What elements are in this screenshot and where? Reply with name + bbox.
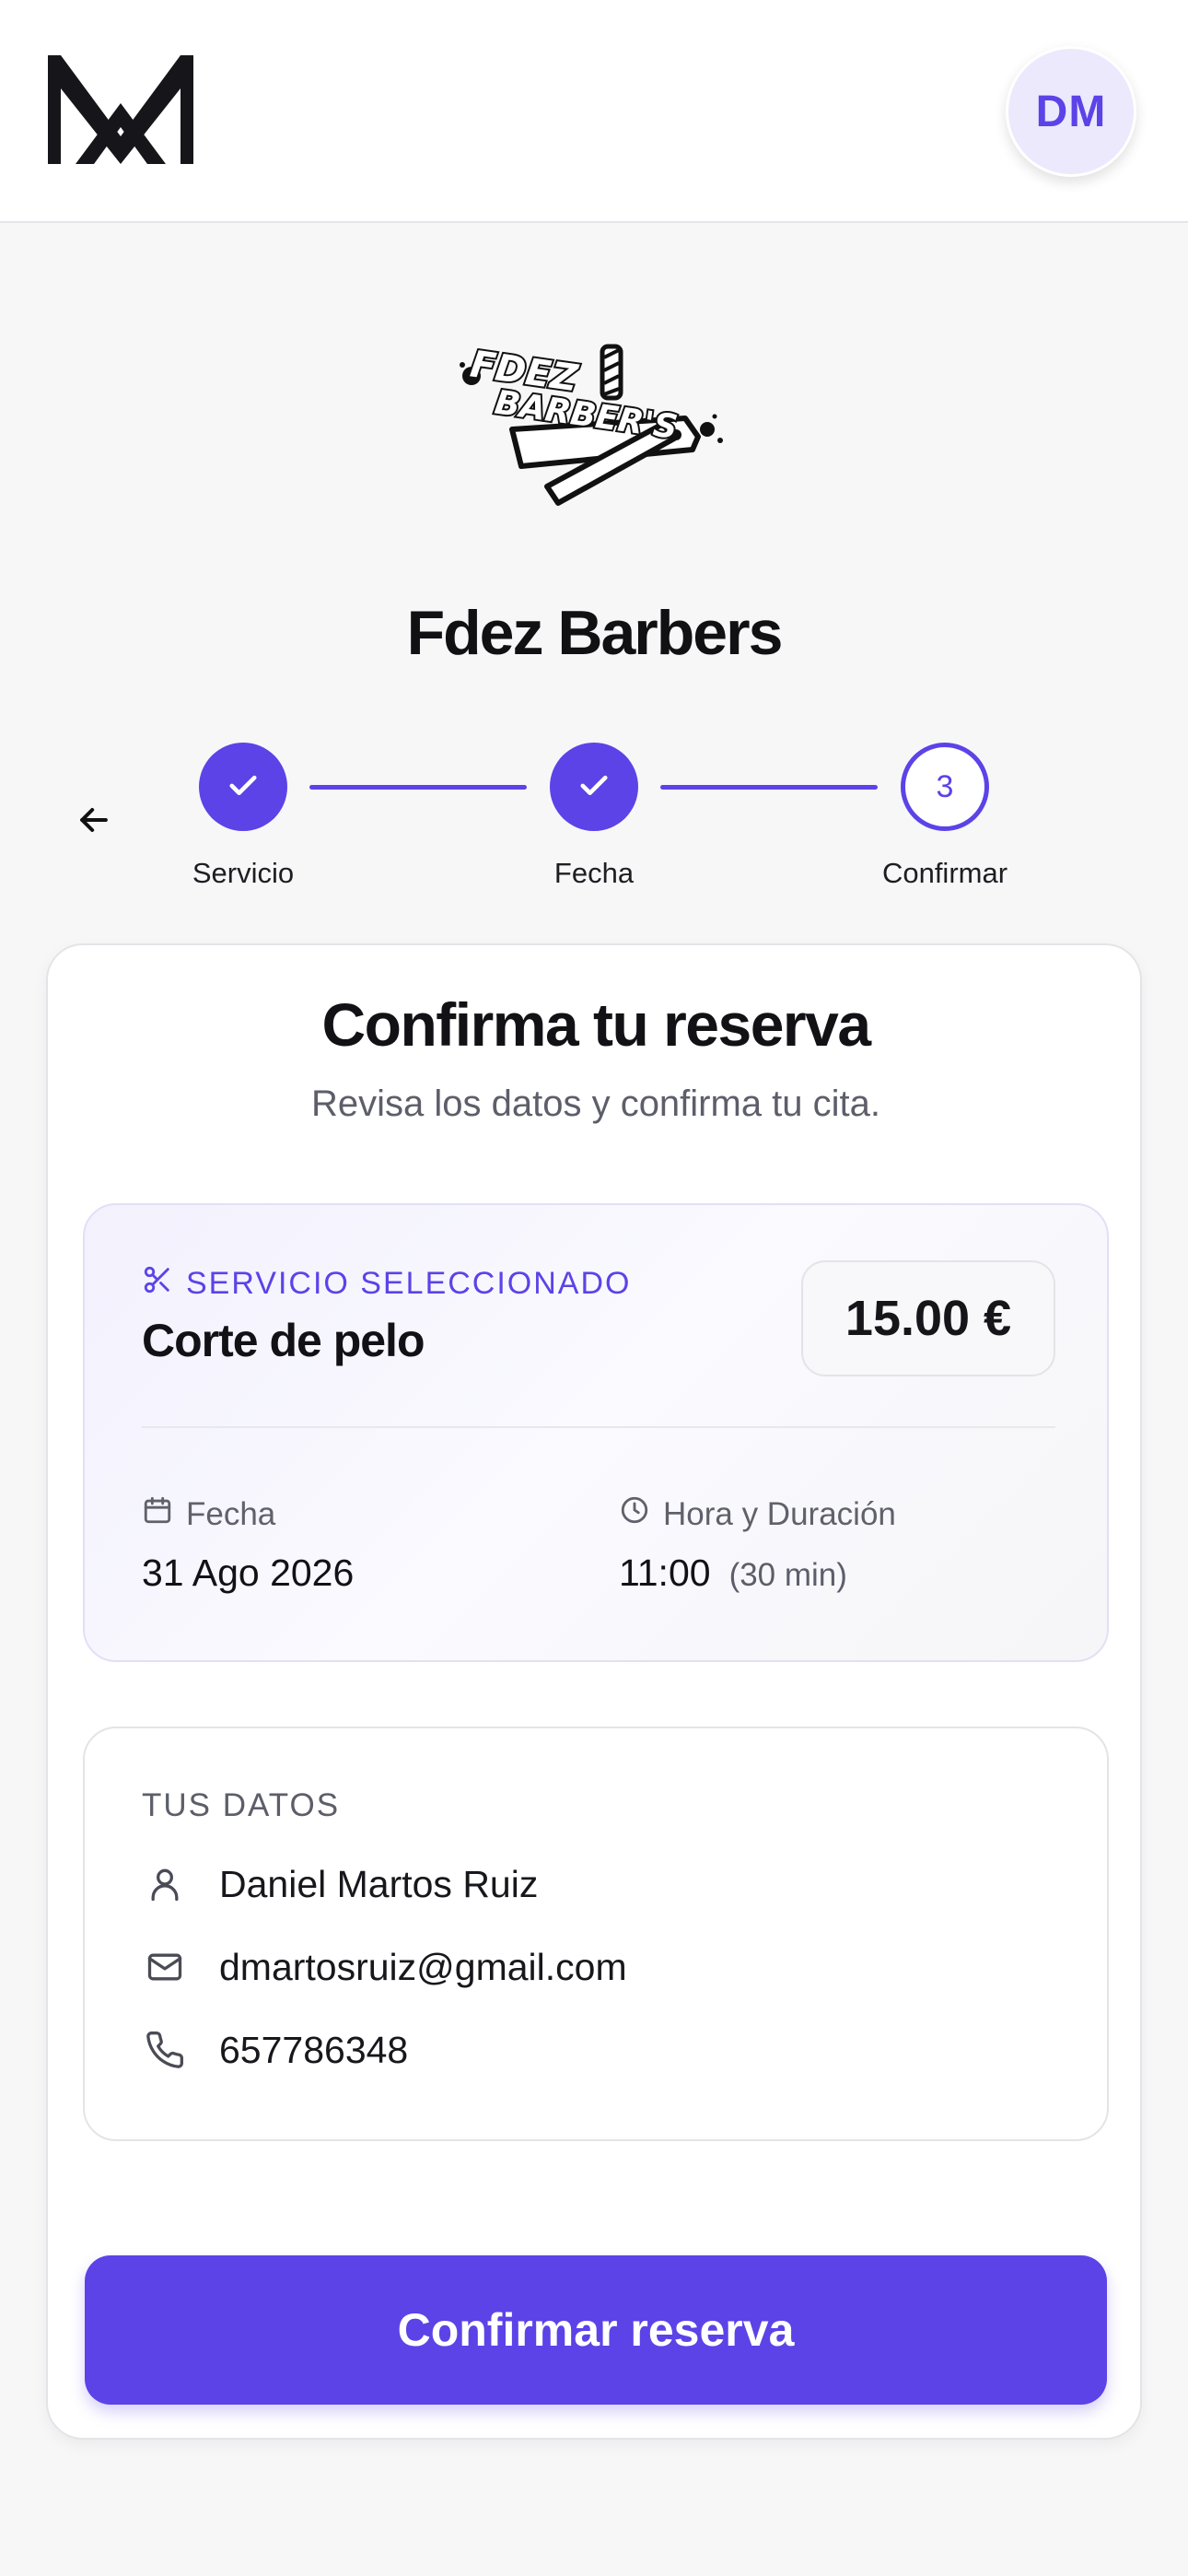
time-label-text: Hora y Duración (663, 1495, 896, 1532)
user-icon (142, 1861, 188, 1907)
step-confirmar-indicator: 3 (901, 743, 989, 831)
time-label: Hora y Duración (619, 1494, 896, 1534)
mail-icon (142, 1944, 188, 1990)
user-name-row: Daniel Martos Ruiz (142, 1861, 538, 1907)
check-icon (224, 766, 262, 809)
user-phone-row: 657786348 (142, 2027, 408, 2073)
shop-logo: FDEZ BARBER'S (457, 328, 729, 518)
top-bar: DM (0, 0, 1188, 223)
step-label-fecha: Fecha (553, 857, 635, 889)
step-label-servicio: Servicio (192, 857, 295, 889)
user-details: TUS DATOS Daniel Martos Ruiz dmartosruiz… (83, 1727, 1109, 2141)
divider (142, 1426, 1055, 1428)
card-title: Confirma tu reserva (321, 990, 871, 1059)
clock-icon (619, 1494, 650, 1534)
step-label-confirmar: Confirmar (881, 857, 1008, 889)
service-summary: SERVICIO SELECCIONADO Corte de pelo 15.0… (83, 1203, 1109, 1662)
user-email: dmartosruiz@gmail.com (219, 1945, 627, 1988)
date-label-text: Fecha (186, 1495, 276, 1532)
user-avatar[interactable]: DM (1006, 46, 1136, 177)
avatar-initials: DM (1035, 87, 1107, 136)
step-connector-1 (309, 785, 527, 790)
user-details-title: TUS DATOS (142, 1787, 341, 1823)
duration-text: (30 min) (728, 1557, 847, 1593)
calendar-icon (142, 1494, 173, 1534)
confirm-card: Confirma tu reserva Revisa los datos y c… (46, 943, 1142, 2440)
time-value-text: 11:00 (619, 1551, 711, 1594)
check-icon (575, 766, 613, 809)
phone-icon (142, 2027, 188, 2073)
time-value: 11:00 (30 min) (619, 1551, 847, 1595)
app-logo[interactable] (44, 52, 197, 168)
user-email-row: dmartosruiz@gmail.com (142, 1944, 627, 1990)
confirm-booking-button[interactable]: Confirmar reserva (85, 2255, 1107, 2405)
user-phone: 657786348 (219, 2028, 409, 2071)
service-label: SERVICIO SELECCIONADO (142, 1264, 632, 1304)
back-arrow-icon (74, 800, 114, 845)
service-label-text: SERVICIO SELECCIONADO (186, 1266, 632, 1301)
service-name: Corte de pelo (142, 1315, 425, 1366)
card-subtitle: Revisa los datos y confirma tu cita. (310, 1083, 881, 1124)
date-value: 31 Ago 2026 (142, 1551, 355, 1594)
back-button[interactable] (66, 794, 122, 849)
shop-name: Fdez Barbers (406, 598, 784, 668)
step-number: 3 (936, 768, 954, 804)
price-badge: 15.00 € (801, 1260, 1055, 1376)
step-connector-2 (660, 785, 878, 790)
scissors-icon (142, 1264, 173, 1304)
step-fecha-indicator (550, 743, 638, 831)
user-name: Daniel Martos Ruiz (219, 1862, 539, 1905)
date-label: Fecha (142, 1494, 275, 1534)
step-servicio-indicator (199, 743, 287, 831)
